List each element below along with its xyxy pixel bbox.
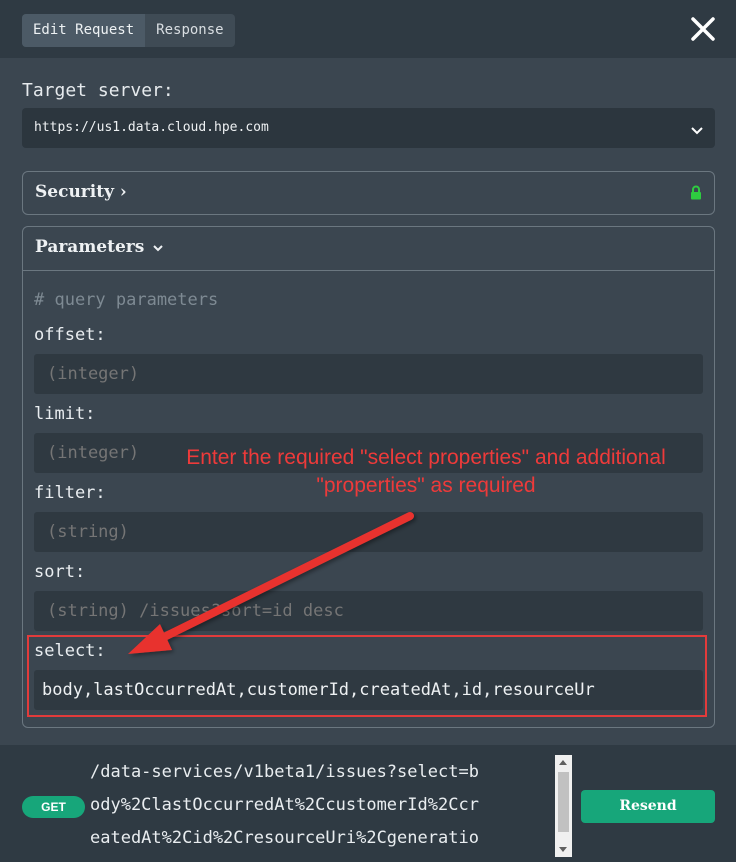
sort-label: sort: bbox=[34, 562, 86, 582]
filter-label: filter: bbox=[34, 483, 106, 503]
url-line: eatedAt%2Cid%2CresourceUri%2Cgeneratio bbox=[90, 828, 479, 848]
url-line: /data-services/v1beta1/issues?select=b bbox=[90, 762, 479, 782]
security-panel[interactable]: Security › bbox=[22, 171, 715, 215]
scrollbar-thumb[interactable] bbox=[558, 772, 569, 832]
offset-label: offset: bbox=[34, 325, 106, 345]
chevron-down-icon bbox=[691, 121, 703, 140]
filter-input[interactable] bbox=[34, 512, 703, 552]
lock-icon bbox=[690, 185, 702, 204]
scroll-up-icon[interactable] bbox=[559, 760, 567, 765]
request-url[interactable]: /data-services/v1beta1/issues?select=b o… bbox=[90, 755, 560, 859]
scroll-down-icon[interactable] bbox=[559, 847, 567, 852]
annotation-line-2: "properties" as required bbox=[316, 474, 536, 497]
annotation-text: Enter the required "select properties" a… bbox=[152, 444, 700, 500]
resend-button[interactable]: Resend bbox=[581, 790, 715, 823]
query-params-comment: # query parameters bbox=[34, 290, 219, 310]
chevron-down-icon bbox=[153, 244, 163, 251]
highlight-box bbox=[27, 635, 707, 717]
limit-label: limit: bbox=[34, 404, 96, 424]
security-title: Security › bbox=[35, 182, 127, 202]
parameters-title-text: Parameters bbox=[35, 237, 145, 257]
target-server-label: Target server: bbox=[22, 80, 174, 101]
tab-response[interactable]: Response bbox=[145, 14, 234, 47]
parameters-title[interactable]: Parameters bbox=[35, 237, 164, 257]
tab-edit-request[interactable]: Edit Request bbox=[22, 14, 146, 47]
close-icon[interactable] bbox=[688, 14, 718, 44]
target-server-select[interactable]: https://us1.data.cloud.hpe.com bbox=[22, 108, 715, 148]
url-scrollbar[interactable] bbox=[555, 755, 572, 857]
annotation-line-1: Enter the required "select properties" a… bbox=[186, 446, 666, 469]
sort-input[interactable] bbox=[34, 591, 703, 631]
target-server-value: https://us1.data.cloud.hpe.com bbox=[34, 120, 269, 135]
tab-group: Edit Request Response bbox=[22, 14, 235, 47]
divider bbox=[23, 270, 714, 271]
offset-input[interactable] bbox=[34, 354, 703, 394]
top-bar: Edit Request Response bbox=[0, 0, 736, 58]
url-line: ody%2ClastOccurredAt%2CcustomerId%2Ccr bbox=[90, 795, 479, 815]
method-badge: GET bbox=[22, 796, 85, 818]
